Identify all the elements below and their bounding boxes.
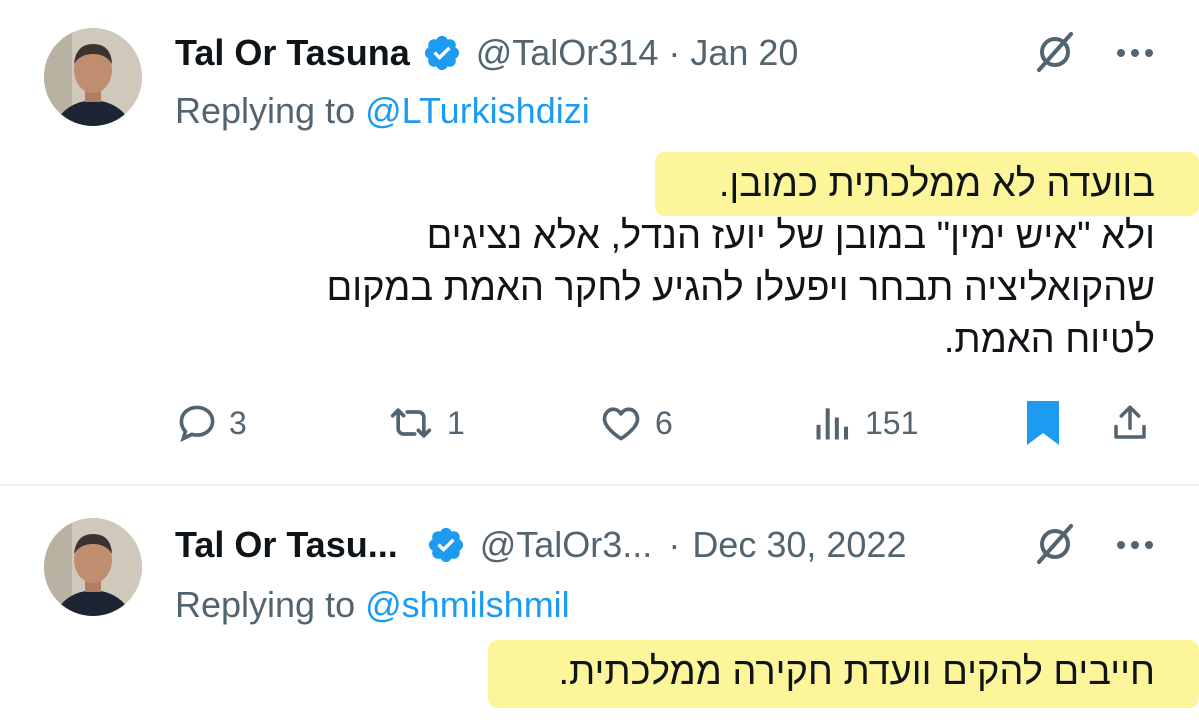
- tweet-text-line: בוועדה לא ממלכתית כמובן.: [718, 163, 1155, 205]
- tweet[interactable]: Tal Or Tasuna @TalOr314 · Jan 20 Replyin…: [0, 0, 1199, 484]
- tweet-text: בוועדה לא ממלכתית כמובן. ולא "איש ימין" …: [327, 158, 1155, 366]
- verified-badge-icon: [426, 525, 466, 565]
- avatar[interactable]: [44, 28, 142, 126]
- author-name[interactable]: Tal Or Tasu...: [175, 524, 398, 566]
- reply-button[interactable]: 3: [175, 398, 247, 448]
- tweet-header: Tal Or Tasu... @TalOr3... · Dec 30, 2022: [175, 520, 906, 570]
- author-handle[interactable]: @TalOr3...: [480, 524, 653, 566]
- tweet-header: Tal Or Tasuna @TalOr314 · Jan 20: [175, 28, 798, 78]
- replying-to: Replying to @shmilshmil: [175, 584, 570, 626]
- more-icon[interactable]: [1115, 538, 1155, 550]
- more-icon[interactable]: [1115, 46, 1155, 58]
- reply-count: 3: [229, 404, 247, 441]
- replying-mention[interactable]: @shmilshmil: [365, 584, 570, 625]
- tweet-text-line: ולא "איש ימין" במובן של יועז הנדל, אלא נ…: [426, 215, 1155, 257]
- like-count: 6: [655, 404, 673, 441]
- tweet-date[interactable]: Jan 20: [690, 32, 798, 74]
- tweet-text: חייבים להקים וועדת חקירה ממלכתית.: [558, 646, 1155, 698]
- separator: ·: [668, 32, 681, 73]
- tweet-text-line: לטיוח האמת.: [943, 319, 1155, 361]
- replying-prefix: Replying to: [175, 584, 356, 625]
- separator: ·: [668, 524, 681, 565]
- verified-badge-icon: [422, 33, 462, 73]
- tweet[interactable]: Tal Or Tasu... @TalOr3... · Dec 30, 2022…: [0, 486, 1199, 726]
- like-button[interactable]: 6: [597, 398, 673, 448]
- grok-icon[interactable]: [1031, 28, 1079, 76]
- tweet-text-line: חייבים להקים וועדת חקירה ממלכתית.: [558, 651, 1155, 693]
- author-name[interactable]: Tal Or Tasuna: [175, 32, 410, 74]
- bookmark-button[interactable]: [1023, 398, 1063, 448]
- tweet-date[interactable]: Dec 30, 2022: [692, 524, 906, 566]
- views-button[interactable]: 151: [811, 398, 918, 448]
- author-handle[interactable]: @TalOr314: [476, 32, 659, 74]
- action-bar: 3 1 6 151: [175, 398, 1155, 448]
- avatar[interactable]: [44, 518, 142, 616]
- tweet-text-line: שהקואליציה תבחר ויפעלו להגיע לחקר האמת ב…: [326, 267, 1155, 309]
- replying-to: Replying to @LTurkishdizi: [175, 90, 590, 132]
- views-count: 151: [865, 404, 919, 441]
- share-button[interactable]: [1109, 398, 1151, 448]
- repost-count: 1: [447, 404, 465, 441]
- replying-prefix: Replying to: [175, 90, 356, 131]
- replying-mention[interactable]: @LTurkishdizi: [365, 90, 590, 131]
- repost-button[interactable]: 1: [385, 398, 465, 448]
- grok-icon[interactable]: [1031, 520, 1079, 568]
